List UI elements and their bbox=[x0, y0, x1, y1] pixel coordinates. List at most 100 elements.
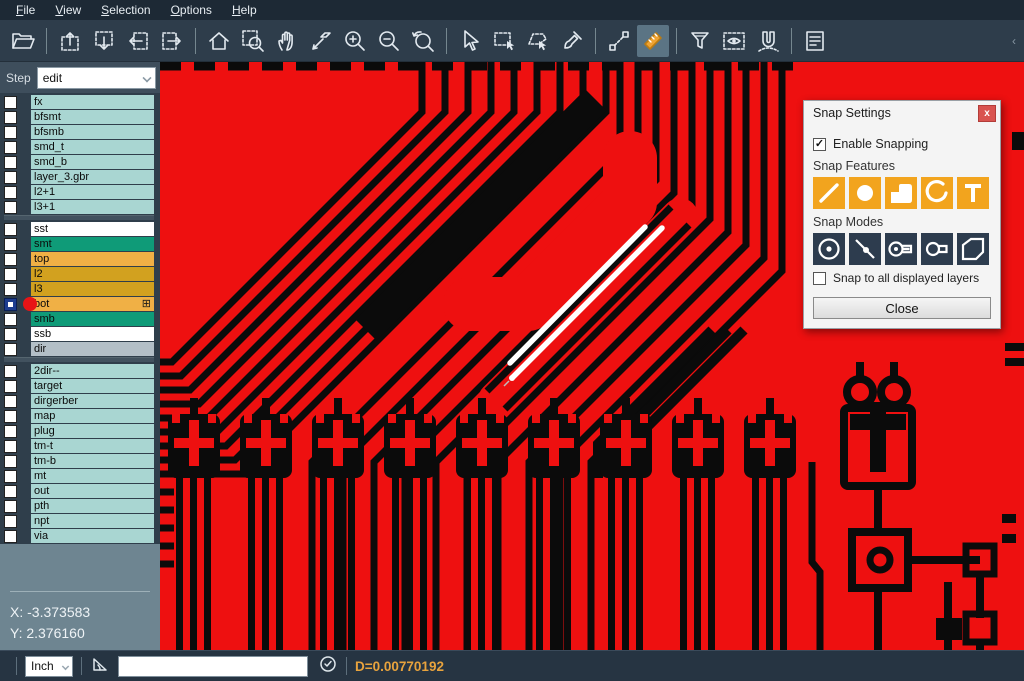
layer-name[interactable]: layer_3.gbr bbox=[31, 170, 154, 184]
layer-visibility-checkbox[interactable] bbox=[4, 365, 17, 378]
layer-visibility-checkbox[interactable] bbox=[4, 425, 17, 438]
layer-row[interactable]: dirgerber bbox=[4, 394, 154, 408]
layer-visibility-checkbox[interactable] bbox=[4, 223, 17, 236]
layer-row[interactable]: target bbox=[4, 379, 154, 393]
layer-name[interactable]: npt bbox=[31, 514, 154, 528]
layer-row[interactable]: sst bbox=[4, 222, 154, 236]
layer-visibility-checkbox[interactable] bbox=[4, 328, 17, 341]
filter-icon[interactable] bbox=[684, 25, 716, 57]
layer-name[interactable]: l3 bbox=[31, 282, 154, 296]
zoom-region-icon[interactable] bbox=[237, 25, 269, 57]
layer-row[interactable]: mt bbox=[4, 469, 154, 483]
layer-row[interactable]: smd_t bbox=[4, 140, 154, 154]
layer-visibility-checkbox[interactable] bbox=[4, 410, 17, 423]
clean-brush-icon[interactable] bbox=[556, 25, 588, 57]
layer-name[interactable]: sst bbox=[31, 222, 154, 236]
show-region-icon[interactable] bbox=[718, 25, 750, 57]
menu-file[interactable]: File bbox=[6, 1, 45, 20]
layer-name[interactable]: pth bbox=[31, 499, 154, 513]
layer-row[interactable]: smb bbox=[4, 312, 154, 326]
home-view-icon[interactable] bbox=[203, 25, 235, 57]
layer-row[interactable]: tm-t bbox=[4, 439, 154, 453]
layer-name[interactable]: bfsmb bbox=[31, 125, 154, 139]
layer-row[interactable]: pth bbox=[4, 499, 154, 513]
enable-snapping-row[interactable]: ✓ Enable Snapping bbox=[813, 137, 991, 151]
layer-visibility-checkbox[interactable] bbox=[4, 515, 17, 528]
layer-visibility-checkbox[interactable] bbox=[4, 268, 17, 281]
report-icon[interactable] bbox=[799, 25, 831, 57]
layer-name[interactable]: dir bbox=[31, 342, 154, 356]
menu-view[interactable]: View bbox=[45, 1, 91, 20]
pan-left-icon[interactable] bbox=[122, 25, 154, 57]
layer-row[interactable]: fx bbox=[4, 95, 154, 109]
all-layers-checkbox[interactable] bbox=[813, 272, 826, 285]
layer-row[interactable]: smd_b bbox=[4, 155, 154, 169]
layer-name[interactable]: fx bbox=[31, 95, 154, 109]
layer-visibility-checkbox[interactable] bbox=[4, 470, 17, 483]
circle-icon[interactable] bbox=[849, 177, 881, 209]
layer-name[interactable]: map bbox=[31, 409, 154, 423]
layer-name[interactable]: smd_t bbox=[31, 140, 154, 154]
pcb-canvas[interactable]: Snap Settings x ✓ Enable Snapping Snap F… bbox=[160, 62, 1024, 650]
layer-visibility-checkbox[interactable] bbox=[4, 283, 17, 296]
enable-snapping-checkbox[interactable]: ✓ bbox=[813, 138, 826, 151]
open-folder-icon[interactable] bbox=[7, 25, 39, 57]
layer-name[interactable]: bot⊞ bbox=[31, 297, 154, 311]
slot-outline-snap-icon[interactable] bbox=[921, 233, 953, 265]
menu-options[interactable]: Options bbox=[161, 1, 222, 20]
layer-name[interactable]: top bbox=[31, 252, 154, 266]
layer-visibility-checkbox[interactable] bbox=[4, 186, 17, 199]
layer-name[interactable]: smt bbox=[31, 237, 154, 251]
layer-name[interactable]: tm-t bbox=[31, 439, 154, 453]
layer-name[interactable]: target bbox=[31, 379, 154, 393]
layer-visibility-checkbox[interactable] bbox=[4, 298, 17, 311]
layer-visibility-checkbox[interactable] bbox=[4, 111, 17, 124]
slot-filled-snap-icon[interactable] bbox=[885, 233, 917, 265]
layer-visibility-checkbox[interactable] bbox=[4, 455, 17, 468]
layer-visibility-checkbox[interactable] bbox=[4, 126, 17, 139]
closest-point-snap-icon[interactable] bbox=[849, 233, 881, 265]
layer-row[interactable]: bfsmb bbox=[4, 125, 154, 139]
step-select[interactable]: edit bbox=[37, 67, 156, 89]
layer-row[interactable]: via bbox=[4, 529, 154, 543]
layer-visibility-checkbox[interactable] bbox=[4, 201, 17, 214]
move-shape-icon[interactable] bbox=[305, 25, 337, 57]
layer-row[interactable]: out bbox=[4, 484, 154, 498]
layer-name[interactable]: tm-b bbox=[31, 454, 154, 468]
grid-icon[interactable]: ⊞ bbox=[142, 299, 151, 310]
pan-hand-icon[interactable] bbox=[271, 25, 303, 57]
layer-row[interactable]: bfsmt bbox=[4, 110, 154, 124]
measure-line-icon[interactable] bbox=[603, 25, 635, 57]
center-snap-icon[interactable] bbox=[813, 233, 845, 265]
layer-row[interactable]: tm-b bbox=[4, 454, 154, 468]
pan-right-icon[interactable] bbox=[156, 25, 188, 57]
layer-row[interactable]: l3+1 bbox=[4, 200, 154, 214]
layer-visibility-checkbox[interactable] bbox=[4, 141, 17, 154]
dialog-title-bar[interactable]: Snap Settings x bbox=[804, 101, 1000, 125]
pan-up-icon[interactable] bbox=[54, 25, 86, 57]
layer-name[interactable]: 2dir-- bbox=[31, 364, 154, 378]
layer-row[interactable]: ssb bbox=[4, 327, 154, 341]
layer-name[interactable]: l3+1 bbox=[31, 200, 154, 214]
layer-visibility-checkbox[interactable] bbox=[4, 530, 17, 543]
layer-visibility-checkbox[interactable] bbox=[4, 485, 17, 498]
poly-select-icon[interactable] bbox=[522, 25, 554, 57]
layer-visibility-checkbox[interactable] bbox=[4, 238, 17, 251]
pan-down-icon[interactable] bbox=[88, 25, 120, 57]
layer-visibility-checkbox[interactable] bbox=[4, 156, 17, 169]
rect-select-icon[interactable] bbox=[488, 25, 520, 57]
layer-row[interactable]: dir bbox=[4, 342, 154, 356]
layer-visibility-checkbox[interactable] bbox=[4, 343, 17, 356]
layer-visibility-checkbox[interactable] bbox=[4, 253, 17, 266]
zoom-in-icon[interactable] bbox=[339, 25, 371, 57]
layer-name[interactable]: smd_b bbox=[31, 155, 154, 169]
toolbar-collapse-chevron[interactable]: ‹ bbox=[1012, 34, 1016, 48]
layer-name[interactable]: dirgerber bbox=[31, 394, 154, 408]
layer-name[interactable]: l2+1 bbox=[31, 185, 154, 199]
layer-visibility-checkbox[interactable] bbox=[4, 395, 17, 408]
layer-visibility-checkbox[interactable] bbox=[4, 171, 17, 184]
menu-help[interactable]: Help bbox=[222, 1, 267, 20]
ruler-icon[interactable] bbox=[637, 25, 669, 57]
layer-visibility-checkbox[interactable] bbox=[4, 96, 17, 109]
line-icon[interactable] bbox=[813, 177, 845, 209]
